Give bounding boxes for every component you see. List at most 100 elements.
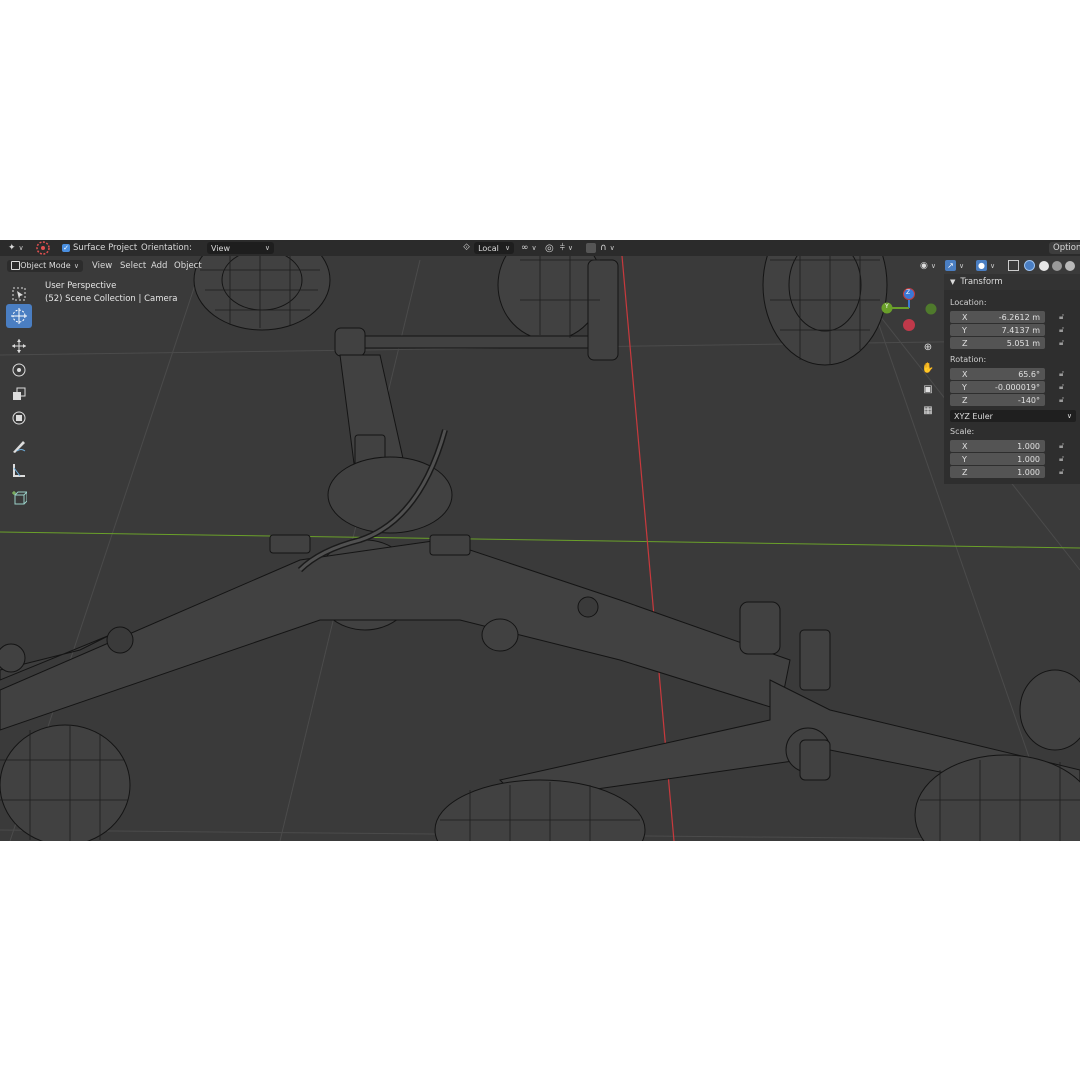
navigation-gizmo[interactable]: Z Y xyxy=(878,284,940,334)
pivot-value: Local xyxy=(478,243,499,253)
scale-x-field[interactable]: X 1.000 xyxy=(950,440,1045,452)
select-box-icon xyxy=(12,287,26,301)
rotate-tool[interactable] xyxy=(6,358,32,382)
orientation-dropdown[interactable]: View ∨ xyxy=(207,242,274,254)
xray-toggle[interactable] xyxy=(1008,259,1019,272)
sidebar-panel: ▼ Transform Location: X -6.2612 m Y 7.4137… xyxy=(944,274,1080,484)
annotate-tool[interactable] xyxy=(6,434,32,458)
move-icon xyxy=(12,339,26,353)
location-label: Location: xyxy=(950,298,987,307)
lock-icon[interactable]: 🔓︎ xyxy=(1059,441,1069,451)
move-tool[interactable] xyxy=(6,334,32,358)
rotation-z-field[interactable]: Z -140° xyxy=(950,394,1045,406)
scale-z-field[interactable]: Z 1.000 xyxy=(950,466,1045,478)
pan-button[interactable]: ✋ xyxy=(919,359,937,377)
menu-object[interactable]: Object xyxy=(171,259,205,272)
zoom-button[interactable]: ⊕ xyxy=(919,338,937,356)
proportional-edit-icon: ◎ xyxy=(545,242,554,254)
options-label: Options xyxy=(1053,243,1080,253)
cursor-icon xyxy=(11,308,27,324)
orientation-icon: ⫩ xyxy=(559,243,565,253)
shading-material-button[interactable] xyxy=(1052,259,1062,272)
object-mode-icon xyxy=(11,261,20,270)
mode-dropdown[interactable]: Object Mode ∨ xyxy=(7,259,83,272)
lock-icon[interactable]: 🔓︎ xyxy=(1059,454,1069,464)
select-box-tool[interactable] xyxy=(6,282,32,306)
menu-view[interactable]: View xyxy=(89,259,115,272)
visibility-button[interactable]: ◉ ∨ xyxy=(920,259,936,272)
menu-add[interactable]: Add xyxy=(148,259,170,272)
orientation-value: View xyxy=(211,243,230,253)
rotation-y-field[interactable]: Y -0.000019° xyxy=(950,381,1045,393)
overlay-toggle[interactable]: ● ∨ xyxy=(976,259,995,272)
camera-icon: ▣ xyxy=(923,383,933,395)
location-x-field[interactable]: X -6.2612 m xyxy=(950,311,1045,323)
rotation-label: Rotation: xyxy=(950,355,987,364)
gizmo-toggle[interactable]: ↗ ∨ xyxy=(945,259,964,272)
scale-tool[interactable] xyxy=(6,382,32,406)
transform-panel-header[interactable]: ▼ Transform xyxy=(944,274,1080,290)
lock-icon[interactable]: 🔓︎ xyxy=(1059,312,1069,322)
viewport-header: Object Mode ∨ View Select Add Object ◉ ∨ ↗… xyxy=(0,256,1080,274)
scale-label: Scale: xyxy=(950,427,975,436)
location-z-field[interactable]: Z 5.051 m xyxy=(950,337,1045,349)
transform-pivot-dropdown[interactable]: ⟐ Local ∨ xyxy=(463,240,515,256)
rotation-mode-dropdown[interactable]: XYZ Euler ∨ xyxy=(950,410,1076,422)
lock-icon[interactable]: 🔓︎ xyxy=(1059,382,1069,392)
y-axis-line xyxy=(0,531,1080,549)
lock-icon[interactable]: 🔓︎ xyxy=(1059,338,1069,348)
shading-wire-button[interactable] xyxy=(1024,259,1035,272)
transform-icon xyxy=(12,411,26,425)
surface-project-label: Surface Project xyxy=(73,243,138,253)
options-button[interactable]: Options xyxy=(1049,242,1080,254)
camera-view-button[interactable]: ▣ xyxy=(919,380,937,398)
location-y-field[interactable]: Y 7.4137 m xyxy=(950,324,1045,336)
lock-icon[interactable]: 🔓︎ xyxy=(1059,369,1069,379)
transform-title: Transform xyxy=(960,277,1003,287)
tool-settings-header: ✦ ∨ ✓ Surface Project Orientation: View ∨ … xyxy=(0,240,1080,256)
pivot-local-icon: ⟐ xyxy=(463,243,471,253)
proportional-edit-button[interactable]: ◎ ⫩ ∨ xyxy=(545,240,573,256)
gizmo-icon: ↗ xyxy=(945,260,956,271)
measure-tool[interactable] xyxy=(6,458,32,482)
collapse-arrow-icon: ▼ xyxy=(950,278,956,286)
lock-icon[interactable]: 🔓︎ xyxy=(1059,395,1069,405)
xray-icon xyxy=(1008,260,1019,271)
orientation-label: Orientation: xyxy=(141,243,192,253)
hand-icon: ✋ xyxy=(921,362,935,374)
snap-target-icon xyxy=(36,241,50,255)
shading-rendered-button[interactable] xyxy=(1065,259,1075,272)
rotation-mode-value: XYZ Euler xyxy=(954,411,993,421)
gizmo-y-label: Y xyxy=(885,303,889,310)
shading-wire-icon xyxy=(1024,260,1035,271)
snap-target-button[interactable] xyxy=(36,240,50,256)
grid-icon: ▦ xyxy=(923,404,933,416)
editor-type-button[interactable]: ✦ ∨ xyxy=(8,240,24,256)
surface-project-checkbox[interactable]: ✓ Surface Project xyxy=(62,240,137,256)
gizmo-z-label: Z xyxy=(906,289,911,296)
scale-icon xyxy=(13,387,26,400)
scale-y-field[interactable]: Y 1.000 xyxy=(950,453,1045,465)
gizmo-icon: ◉ xyxy=(920,260,928,271)
lock-icon[interactable]: 🔓︎ xyxy=(1059,467,1069,477)
menu-select[interactable]: Select xyxy=(117,259,149,272)
rotation-x-field[interactable]: X 65.6° xyxy=(950,368,1045,380)
snap-button[interactable]: ∞ ∨ xyxy=(521,240,537,256)
viewport-info: User Perspective (52) Scene Collection |… xyxy=(45,280,177,305)
view-perspective-text: User Perspective xyxy=(45,281,117,291)
falloff-button[interactable]: ∩ ∨ xyxy=(586,240,615,256)
add-cube-tool[interactable] xyxy=(6,486,32,510)
chevron-down-icon: ∨ xyxy=(1066,412,1072,420)
perspective-toggle-button[interactable]: ▦ xyxy=(919,401,937,419)
lock-icon[interactable]: 🔓︎ xyxy=(1059,325,1069,335)
editor-type-icon: ✦ xyxy=(8,243,16,253)
shading-solid-icon xyxy=(1039,260,1049,271)
measure-icon xyxy=(13,464,25,477)
falloff-icon: ∩ xyxy=(600,243,607,253)
scene-collection-text: (52) Scene Collection | Camera xyxy=(45,293,178,304)
blender-window: ✦ ∨ ✓ Surface Project Orientation: View ∨ … xyxy=(0,240,1080,841)
shading-solid-button[interactable] xyxy=(1039,259,1049,272)
transform-tool[interactable] xyxy=(6,406,32,430)
cursor-tool[interactable] xyxy=(6,304,32,328)
visibility-icon xyxy=(586,243,596,253)
